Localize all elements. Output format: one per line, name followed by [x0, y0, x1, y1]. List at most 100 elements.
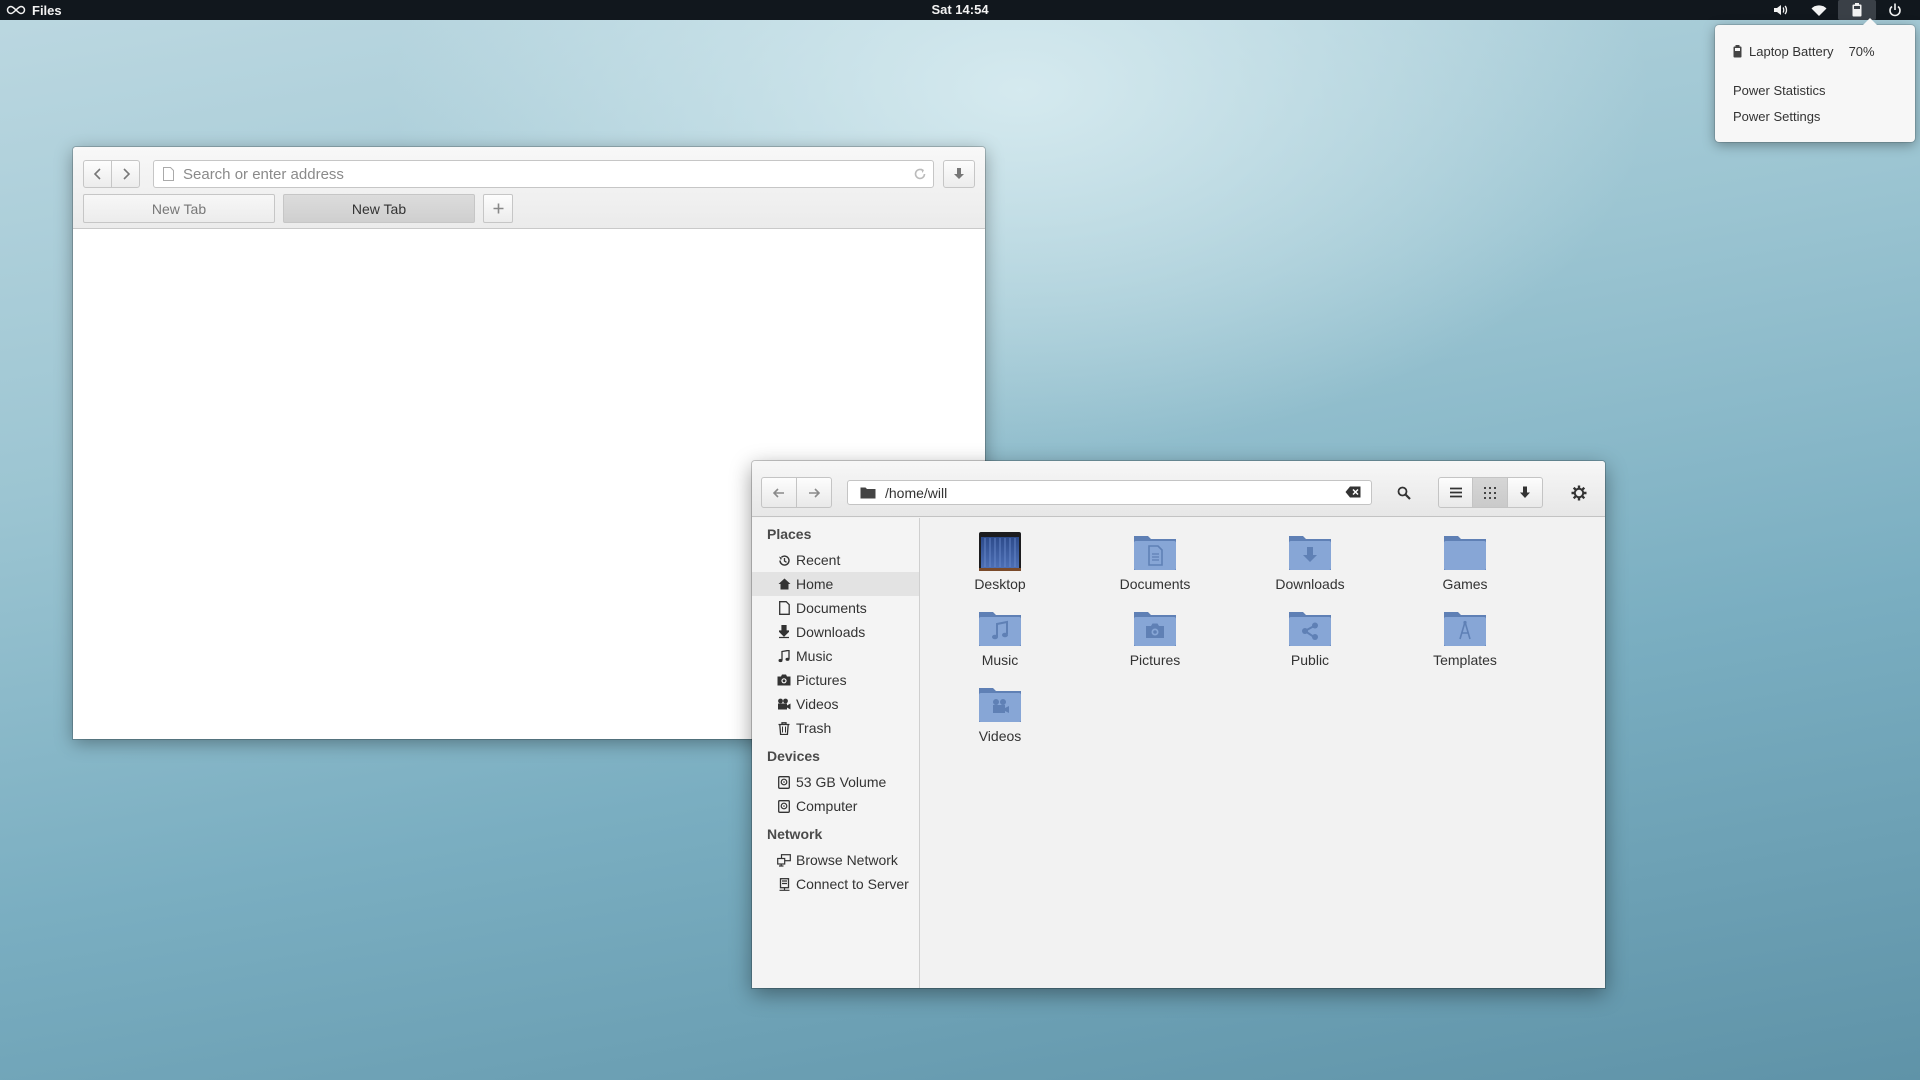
- downloads-folder-icon: [1287, 528, 1333, 574]
- search-button[interactable]: [1385, 477, 1423, 508]
- files-toolbar: /home/will: [752, 461, 1605, 517]
- file-item-label: Templates: [1433, 652, 1497, 668]
- chevron-left-icon: [93, 168, 103, 180]
- sidebar-item-home[interactable]: Home: [752, 572, 919, 596]
- column-view-button[interactable]: [1507, 477, 1543, 508]
- file-item-label: Public: [1290, 652, 1330, 668]
- sidebar-item-recent[interactable]: Recent: [752, 548, 919, 572]
- browser-toolbar: Search or enter address New Tab New Tab: [73, 147, 985, 229]
- address-bar[interactable]: Search or enter address: [153, 160, 934, 188]
- sidebar-item-videos[interactable]: Videos: [752, 692, 919, 716]
- file-item-music[interactable]: Music: [935, 604, 1065, 672]
- sidebar-item-trash[interactable]: Trash: [752, 716, 919, 740]
- network-heading: Network: [767, 826, 823, 842]
- power-settings-item[interactable]: Power Settings: [1733, 109, 1820, 124]
- sidebar-item-label: Music: [796, 648, 833, 664]
- drive-icon: [777, 799, 791, 813]
- volume-icon: [1773, 3, 1789, 17]
- address-placeholder: Search or enter address: [183, 165, 344, 183]
- camera-icon: [777, 673, 791, 687]
- backspace-icon[interactable]: [1345, 486, 1361, 498]
- sidebar-item-downloads[interactable]: Downloads: [752, 620, 919, 644]
- battery-indicator[interactable]: [1838, 0, 1876, 20]
- app-name: Files: [32, 2, 62, 18]
- folder-icon: [860, 486, 876, 499]
- file-item-downloads[interactable]: Downloads: [1245, 528, 1375, 596]
- video-icon: [777, 697, 791, 711]
- battery-icon: [1852, 3, 1862, 17]
- path-bar[interactable]: /home/will: [847, 480, 1372, 505]
- sidebar-item-label: Connect to Server: [796, 876, 909, 892]
- file-item-desktop[interactable]: Desktop: [935, 528, 1065, 596]
- file-item-documents[interactable]: Documents: [1090, 528, 1220, 596]
- network-icon: [777, 853, 791, 867]
- power-icon: [1888, 3, 1902, 17]
- arrow-right-icon: [808, 487, 820, 498]
- file-item-public[interactable]: Public: [1245, 604, 1375, 672]
- sidebar: Places Recent Home Documents Downloads M…: [752, 518, 920, 988]
- sidebar-item-label: Pictures: [796, 672, 847, 688]
- folder-icon: [1442, 528, 1488, 574]
- top-panel: Files Sat 14:54: [0, 0, 1920, 20]
- wifi-indicator[interactable]: [1800, 0, 1838, 20]
- arrow-down-icon: [1519, 486, 1531, 499]
- public-folder-icon: [1287, 604, 1333, 650]
- files-window: /home/will Places Recent Home Documents …: [752, 461, 1605, 988]
- forward-button[interactable]: [111, 160, 140, 188]
- sidebar-item-browse-network[interactable]: Browse Network: [752, 848, 919, 872]
- list-view-button[interactable]: [1438, 477, 1473, 508]
- app-menu[interactable]: Files: [5, 0, 62, 20]
- new-tab-button[interactable]: [483, 194, 513, 223]
- sidebar-item-computer[interactable]: Computer: [752, 794, 919, 818]
- file-item-pictures[interactable]: Pictures: [1090, 604, 1220, 672]
- tab-new-tab-1[interactable]: New Tab: [83, 194, 275, 223]
- tab-new-tab-2[interactable]: New Tab: [283, 194, 475, 223]
- templates-folder-icon: [1442, 604, 1488, 650]
- music-icon: [777, 649, 791, 663]
- sidebar-item-label: Downloads: [796, 624, 866, 640]
- downloads-button[interactable]: [943, 160, 975, 188]
- file-item-videos[interactable]: Videos: [935, 680, 1065, 748]
- gear-icon: [1571, 485, 1587, 501]
- file-item-label: Desktop: [974, 576, 1026, 592]
- trash-icon: [777, 721, 791, 735]
- music-folder-icon: [977, 604, 1023, 650]
- videos-folder-icon: [977, 680, 1023, 726]
- server-icon: [777, 877, 791, 891]
- plus-icon: [493, 203, 504, 214]
- files-forward-button[interactable]: [796, 477, 832, 508]
- sidebar-item-music[interactable]: Music: [752, 644, 919, 668]
- settings-button[interactable]: [1560, 477, 1598, 508]
- file-item-label: Pictures: [1129, 652, 1181, 668]
- grid-icon: [1484, 486, 1496, 499]
- desktop-folder-icon: [977, 528, 1023, 574]
- power-statistics-item[interactable]: Power Statistics: [1733, 83, 1825, 98]
- file-item-label: Videos: [978, 728, 1022, 744]
- devices-heading: Devices: [767, 748, 820, 764]
- wifi-icon: [1811, 4, 1827, 17]
- sidebar-item-documents[interactable]: Documents: [752, 596, 919, 620]
- file-item-games[interactable]: Games: [1400, 528, 1530, 596]
- sidebar-item-volume[interactable]: 53 GB Volume: [752, 770, 919, 794]
- tab-label: New Tab: [351, 200, 407, 217]
- reload-icon[interactable]: [913, 167, 927, 181]
- file-item-templates[interactable]: Templates: [1400, 604, 1530, 672]
- sidebar-item-label: Recent: [796, 552, 841, 568]
- file-grid: Desktop Documents Downloads Games Music: [921, 518, 1605, 988]
- home-icon: [777, 577, 791, 591]
- battery-status: Laptop Battery 70%: [1733, 44, 1875, 59]
- pictures-folder-icon: [1132, 604, 1178, 650]
- files-back-button[interactable]: [761, 477, 797, 508]
- sidebar-item-pictures[interactable]: Pictures: [752, 668, 919, 692]
- sidebar-item-connect-server[interactable]: Connect to Server: [752, 872, 919, 896]
- volume-indicator[interactable]: [1762, 0, 1800, 20]
- sidebar-item-label: Home: [796, 576, 834, 592]
- sidebar-item-label: 53 GB Volume: [796, 774, 887, 790]
- sidebar-item-label: Videos: [796, 696, 839, 712]
- back-button[interactable]: [83, 160, 112, 188]
- power-indicator[interactable]: [1876, 0, 1914, 20]
- sidebar-item-label: Trash: [796, 720, 832, 736]
- clock[interactable]: Sat 14:54: [931, 2, 988, 17]
- file-item-label: Documents: [1119, 576, 1191, 592]
- grid-view-button[interactable]: [1472, 477, 1508, 508]
